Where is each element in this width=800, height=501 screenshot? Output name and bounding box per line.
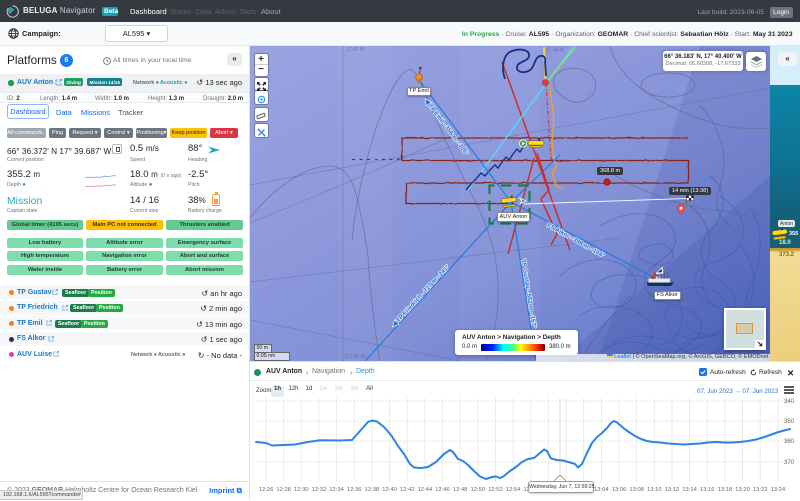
svg-text:12:36: 12:36 <box>347 487 362 493</box>
svg-text:13:12: 13:12 <box>665 487 680 493</box>
svg-text:12:26: 12:26 <box>259 487 274 493</box>
svg-text:13:04: 13:04 <box>594 487 609 493</box>
svg-text:13:06: 13:06 <box>612 487 627 493</box>
svg-text:12:38: 12:38 <box>365 487 380 493</box>
svg-text:13:18: 13:18 <box>718 487 733 493</box>
svg-text:17.46 W: 17.46 W <box>546 48 565 54</box>
svg-text:13:20: 13:20 <box>735 487 750 493</box>
svg-text:12:52: 12:52 <box>488 487 503 493</box>
svg-text:13:16: 13:16 <box>700 487 715 493</box>
svg-text:13:24: 13:24 <box>771 487 786 493</box>
svg-text:12:46: 12:46 <box>435 487 450 493</box>
svg-text:370: 370 <box>784 460 795 466</box>
svg-text:12:50: 12:50 <box>471 487 486 493</box>
svg-text:13:22: 13:22 <box>753 487 768 493</box>
svg-text:360: 360 <box>784 439 795 445</box>
svg-text:13:10: 13:10 <box>647 487 662 493</box>
svg-text:12:34: 12:34 <box>329 487 344 493</box>
svg-text:(17.47 W: (17.47 W <box>345 354 366 360</box>
svg-text:13:14: 13:14 <box>682 487 697 493</box>
svg-text:12:30: 12:30 <box>294 487 309 493</box>
svg-text:12:40: 12:40 <box>382 487 397 493</box>
svg-text:12:32: 12:32 <box>312 487 327 493</box>
svg-text:13:08: 13:08 <box>629 487 644 493</box>
svg-text:12:48: 12:48 <box>453 487 468 493</box>
svg-text:12:42: 12:42 <box>400 487 415 493</box>
svg-text:12:54: 12:54 <box>506 487 521 493</box>
svg-text:350: 350 <box>784 419 795 425</box>
svg-text:12:28: 12:28 <box>276 487 291 493</box>
svg-text:12:44: 12:44 <box>418 487 433 493</box>
svg-text:340: 340 <box>784 399 795 405</box>
svg-text:17.47 W: 17.47 W <box>346 47 365 53</box>
